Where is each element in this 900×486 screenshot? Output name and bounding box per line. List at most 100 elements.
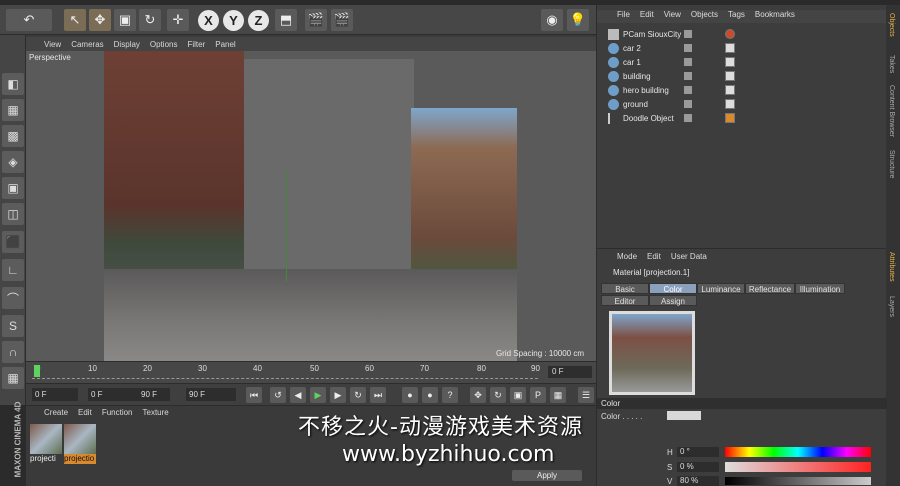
- doodle-tag-icon[interactable]: [725, 113, 735, 123]
- tab-structure[interactable]: Structure: [888, 150, 895, 178]
- object-row[interactable]: hero building: [597, 83, 887, 97]
- s-value-field[interactable]: 0 %: [677, 462, 719, 472]
- playhead-marker[interactable]: [34, 365, 40, 377]
- rotate-tool-button[interactable]: ↻: [139, 9, 161, 31]
- visibility-toggle[interactable]: [684, 86, 692, 94]
- z-axis-toggle[interactable]: Z: [248, 10, 269, 31]
- visibility-toggle[interactable]: [684, 72, 692, 80]
- object-row[interactable]: building: [597, 69, 887, 83]
- autokey-button[interactable]: ●: [422, 387, 438, 403]
- viewport-menu-filter[interactable]: Filter: [187, 40, 205, 49]
- texture-tag-icon[interactable]: [725, 99, 735, 109]
- object-menu-tags[interactable]: Tags: [728, 10, 745, 23]
- texture-tag-icon[interactable]: [725, 71, 735, 81]
- tab-illumination[interactable]: Illumination: [795, 283, 845, 294]
- play-button[interactable]: ▶: [310, 387, 326, 403]
- end-frame-field[interactable]: 90 F: [186, 388, 236, 401]
- key-param-button[interactable]: P: [530, 387, 546, 403]
- snapping-icon[interactable]: S: [2, 315, 24, 337]
- current-frame-field[interactable]: 0 F: [548, 366, 592, 378]
- keyframe-selection-button[interactable]: ?: [442, 387, 458, 403]
- visibility-toggle[interactable]: [684, 30, 692, 38]
- tab-basic[interactable]: Basic: [601, 283, 649, 294]
- texture-tag-icon[interactable]: [725, 85, 735, 95]
- material-menu-create[interactable]: Create: [44, 408, 68, 420]
- goto-start-button[interactable]: ⏮: [246, 387, 262, 403]
- enable-axis-icon[interactable]: ∟: [2, 259, 24, 281]
- apply-button[interactable]: Apply: [512, 470, 582, 481]
- prev-key-button[interactable]: ↺: [270, 387, 286, 403]
- points-mode-icon[interactable]: ▣: [2, 177, 24, 199]
- visibility-toggle[interactable]: [684, 100, 692, 108]
- texture-tag-icon[interactable]: [725, 43, 735, 53]
- material-menu-texture[interactable]: Texture: [143, 408, 169, 420]
- lock-workplane-icon[interactable]: ▦: [2, 367, 24, 389]
- material-item[interactable]: projecti: [30, 424, 62, 466]
- render-view-button[interactable]: 🎬: [305, 9, 327, 31]
- magnet-icon[interactable]: ∩: [2, 341, 24, 363]
- tab-reflectance[interactable]: Reflectance: [745, 283, 795, 294]
- hue-slider[interactable]: [725, 447, 871, 457]
- texture-tag-icon[interactable]: [725, 57, 735, 67]
- timeline-window-button[interactable]: ☰: [578, 387, 594, 403]
- record-button[interactable]: ●: [402, 387, 418, 403]
- add-object-button[interactable]: ✛: [167, 9, 189, 31]
- camera-icon[interactable]: ◉: [541, 9, 563, 31]
- material-menu-edit[interactable]: Edit: [78, 408, 92, 420]
- model-mode-icon[interactable]: ▦: [2, 99, 24, 121]
- key-position-button[interactable]: ✥: [470, 387, 486, 403]
- timeline[interactable]: 0 10 20 30 40 50 60 70 80 90 0 F: [26, 361, 596, 383]
- protection-tag-icon[interactable]: [725, 29, 735, 39]
- key-pla-button[interactable]: ▦: [550, 387, 566, 403]
- viewport-menu-cameras[interactable]: Cameras: [71, 40, 103, 49]
- viewport-menu-view[interactable]: View: [44, 40, 61, 49]
- scale-tool-button[interactable]: ▣: [114, 9, 136, 31]
- x-axis-toggle[interactable]: X: [198, 10, 219, 31]
- undo-button[interactable]: ↶: [6, 9, 52, 31]
- object-row[interactable]: ground: [597, 97, 887, 111]
- attr-menu-edit[interactable]: Edit: [647, 252, 661, 264]
- select-tool-button[interactable]: ↖: [64, 9, 86, 31]
- object-menu-edit[interactable]: Edit: [640, 10, 654, 23]
- workplane-icon[interactable]: ◈: [2, 151, 24, 173]
- start-frame-field[interactable]: 0 F: [32, 388, 78, 401]
- viewport-menu-panel[interactable]: Panel: [215, 40, 235, 49]
- key-rotation-button[interactable]: ↻: [490, 387, 506, 403]
- object-row[interactable]: Doodle Object: [597, 111, 887, 125]
- tab-objects[interactable]: Objects: [888, 13, 895, 37]
- coordinate-system-button[interactable]: ⬒: [275, 9, 297, 31]
- value-slider[interactable]: [725, 477, 871, 485]
- viewport-menu-display[interactable]: Display: [114, 40, 140, 49]
- tab-layers[interactable]: Layers: [888, 296, 895, 317]
- next-frame-button[interactable]: ▶: [330, 387, 346, 403]
- saturation-slider[interactable]: [725, 462, 871, 472]
- visibility-toggle[interactable]: [684, 44, 692, 52]
- goto-end-button[interactable]: ⏭: [370, 387, 386, 403]
- make-editable-icon[interactable]: ◧: [2, 73, 24, 95]
- perspective-viewport[interactable]: Perspective Grid Spacing : 10000 cm: [26, 51, 596, 361]
- object-row[interactable]: PCam SiouxCity: [597, 27, 887, 41]
- h-value-field[interactable]: 0 °: [677, 447, 719, 457]
- tab-content-browser[interactable]: Content Browser: [888, 85, 895, 137]
- object-menu-objects[interactable]: Objects: [691, 10, 718, 23]
- prev-frame-button[interactable]: ◀: [290, 387, 306, 403]
- material-item-selected[interactable]: projectio: [64, 424, 96, 466]
- material-menu-function[interactable]: Function: [102, 408, 133, 420]
- object-menu-file[interactable]: File: [617, 10, 630, 23]
- object-menu-bookmarks[interactable]: Bookmarks: [755, 10, 795, 23]
- object-row[interactable]: car 2: [597, 41, 887, 55]
- render-picture-viewer-button[interactable]: 🎬: [331, 9, 353, 31]
- tab-assign[interactable]: Assign: [649, 295, 697, 306]
- v-value-field[interactable]: 80 %: [677, 476, 719, 486]
- visibility-toggle[interactable]: [684, 114, 692, 122]
- light-bulb-icon[interactable]: 💡: [567, 9, 589, 31]
- key-scale-button[interactable]: ▣: [510, 387, 526, 403]
- tab-color[interactable]: Color: [649, 283, 697, 294]
- tab-attributes[interactable]: Attributes: [888, 252, 895, 282]
- texture-mode-icon[interactable]: ▩: [2, 125, 24, 147]
- move-tool-button[interactable]: ✥: [89, 9, 111, 31]
- tweak-mode-icon[interactable]: ⌒: [2, 287, 24, 309]
- viewport-menu-options[interactable]: Options: [150, 40, 178, 49]
- y-axis-toggle[interactable]: Y: [223, 10, 244, 31]
- edges-mode-icon[interactable]: ◫: [2, 203, 24, 225]
